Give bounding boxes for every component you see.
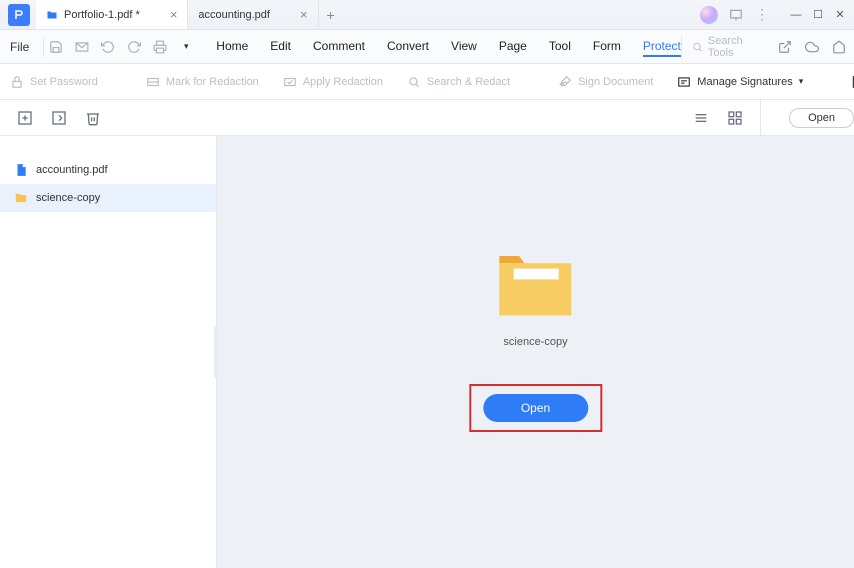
window-controls: — ☐ ✕ — [786, 5, 850, 25]
menu-form[interactable]: Form — [593, 37, 621, 57]
folder-icon — [46, 9, 58, 21]
sidebar-item-label: science-copy — [36, 192, 100, 204]
divider — [43, 37, 44, 57]
close-button[interactable]: ✕ — [830, 5, 850, 25]
manage-signatures-button[interactable]: Manage Signatures ▾ — [677, 75, 803, 89]
menu-bar-right: Search Tools — [681, 35, 846, 59]
minimize-button[interactable]: — — [786, 5, 806, 25]
mail-icon[interactable] — [74, 39, 90, 55]
file-icon — [14, 163, 28, 177]
cloud-icon[interactable] — [805, 39, 820, 55]
app-logo — [8, 4, 30, 26]
search-redact-label: Search & Redact — [427, 76, 510, 88]
undo-icon[interactable] — [100, 39, 116, 55]
divider — [760, 100, 761, 135]
file-menu[interactable]: File — [0, 40, 39, 54]
kebab-menu-icon[interactable]: ⋮ — [754, 7, 770, 23]
set-password-label: Set Password — [30, 76, 98, 88]
sign-document-button[interactable]: Sign Document — [558, 75, 653, 89]
mark-redaction-label: Mark for Redaction — [166, 76, 259, 88]
menu-convert[interactable]: Convert — [387, 37, 429, 57]
menu-items: Home Edit Comment Convert View Page Tool… — [216, 37, 681, 57]
share-icon[interactable] — [778, 39, 793, 55]
close-icon[interactable]: × — [300, 7, 308, 22]
content-area: science-copy Open — [217, 136, 854, 568]
signature-icon — [558, 75, 572, 89]
menu-page[interactable]: Page — [499, 37, 527, 57]
assistant-icon[interactable] — [700, 6, 718, 24]
title-bar: Portfolio-1.pdf * × accounting.pdf × + ⋮… — [0, 0, 854, 30]
menu-bar: File ▾ Home Edit Comment Convert View Pa… — [0, 30, 854, 64]
home-icon[interactable] — [831, 39, 846, 55]
search-placeholder: Search Tools — [708, 35, 766, 59]
center-content: science-copy Open — [469, 238, 602, 432]
redact-icon — [146, 75, 160, 89]
sidebar-item-label: accounting.pdf — [36, 164, 108, 176]
tab-inactive[interactable]: accounting.pdf × — [188, 0, 318, 29]
open-highlight-box: Open — [469, 384, 602, 432]
edit-icon[interactable] — [50, 109, 68, 127]
menu-view[interactable]: View — [451, 37, 477, 57]
main-area: accounting.pdf science-copy science-copy… — [0, 136, 854, 568]
tab-label: Portfolio-1.pdf * — [64, 9, 140, 21]
search-tools[interactable]: Search Tools — [681, 35, 766, 59]
secondary-toolbar: Open — [0, 100, 854, 136]
tab-active[interactable]: Portfolio-1.pdf * × — [36, 0, 188, 29]
sec-left-group — [0, 109, 118, 127]
quick-icons: ▾ — [48, 39, 194, 55]
sidebar-item-folder[interactable]: science-copy — [0, 184, 216, 212]
menu-protect[interactable]: Protect — [643, 37, 681, 57]
manage-signatures-label: Manage Signatures — [697, 76, 792, 88]
big-folder-icon — [490, 238, 580, 328]
maximize-button[interactable]: ☐ — [808, 5, 828, 25]
search-icon — [692, 41, 703, 53]
menu-comment[interactable]: Comment — [313, 37, 365, 57]
sec-right-group — [692, 109, 760, 127]
tab-label: accounting.pdf — [198, 9, 270, 21]
apply-redaction-button[interactable]: Apply Redaction — [283, 75, 383, 89]
menu-tool[interactable]: Tool — [549, 37, 571, 57]
protect-ribbon: Set Password Mark for Redaction Apply Re… — [0, 64, 854, 100]
redo-icon[interactable] — [126, 39, 142, 55]
manage-icon — [677, 75, 691, 89]
lock-icon — [10, 75, 24, 89]
open-button[interactable]: Open — [483, 394, 588, 422]
add-icon[interactable] — [16, 109, 34, 127]
chevron-down-icon[interactable]: ▾ — [178, 39, 194, 55]
present-icon[interactable] — [728, 7, 744, 23]
open-button-small[interactable]: Open — [789, 108, 854, 128]
new-tab-button[interactable]: + — [319, 0, 343, 29]
menu-home[interactable]: Home — [216, 37, 248, 57]
apply-redaction-label: Apply Redaction — [303, 76, 383, 88]
tabs-strip: Portfolio-1.pdf * × accounting.pdf × + — [36, 0, 700, 29]
list-view-icon[interactable] — [692, 109, 710, 127]
folder-icon — [14, 191, 28, 205]
set-password-button[interactable]: Set Password — [10, 75, 98, 89]
mark-redaction-button[interactable]: Mark for Redaction — [146, 75, 259, 89]
trash-icon[interactable] — [84, 109, 102, 127]
grid-view-icon[interactable] — [726, 109, 744, 127]
sidebar-item-file[interactable]: accounting.pdf — [0, 156, 216, 184]
search-redact-button[interactable]: Search & Redact — [407, 75, 510, 89]
folder-label: science-copy — [503, 336, 567, 348]
print-icon[interactable] — [152, 39, 168, 55]
title-bar-right: ⋮ — ☐ ✕ — [700, 5, 850, 25]
save-icon[interactable] — [48, 39, 64, 55]
sign-document-label: Sign Document — [578, 76, 653, 88]
menu-edit[interactable]: Edit — [270, 37, 291, 57]
close-icon[interactable]: × — [170, 7, 178, 22]
search-redact-icon — [407, 75, 421, 89]
chevron-down-icon: ▾ — [799, 76, 804, 87]
sidebar: accounting.pdf science-copy — [0, 136, 217, 568]
apply-icon — [283, 75, 297, 89]
